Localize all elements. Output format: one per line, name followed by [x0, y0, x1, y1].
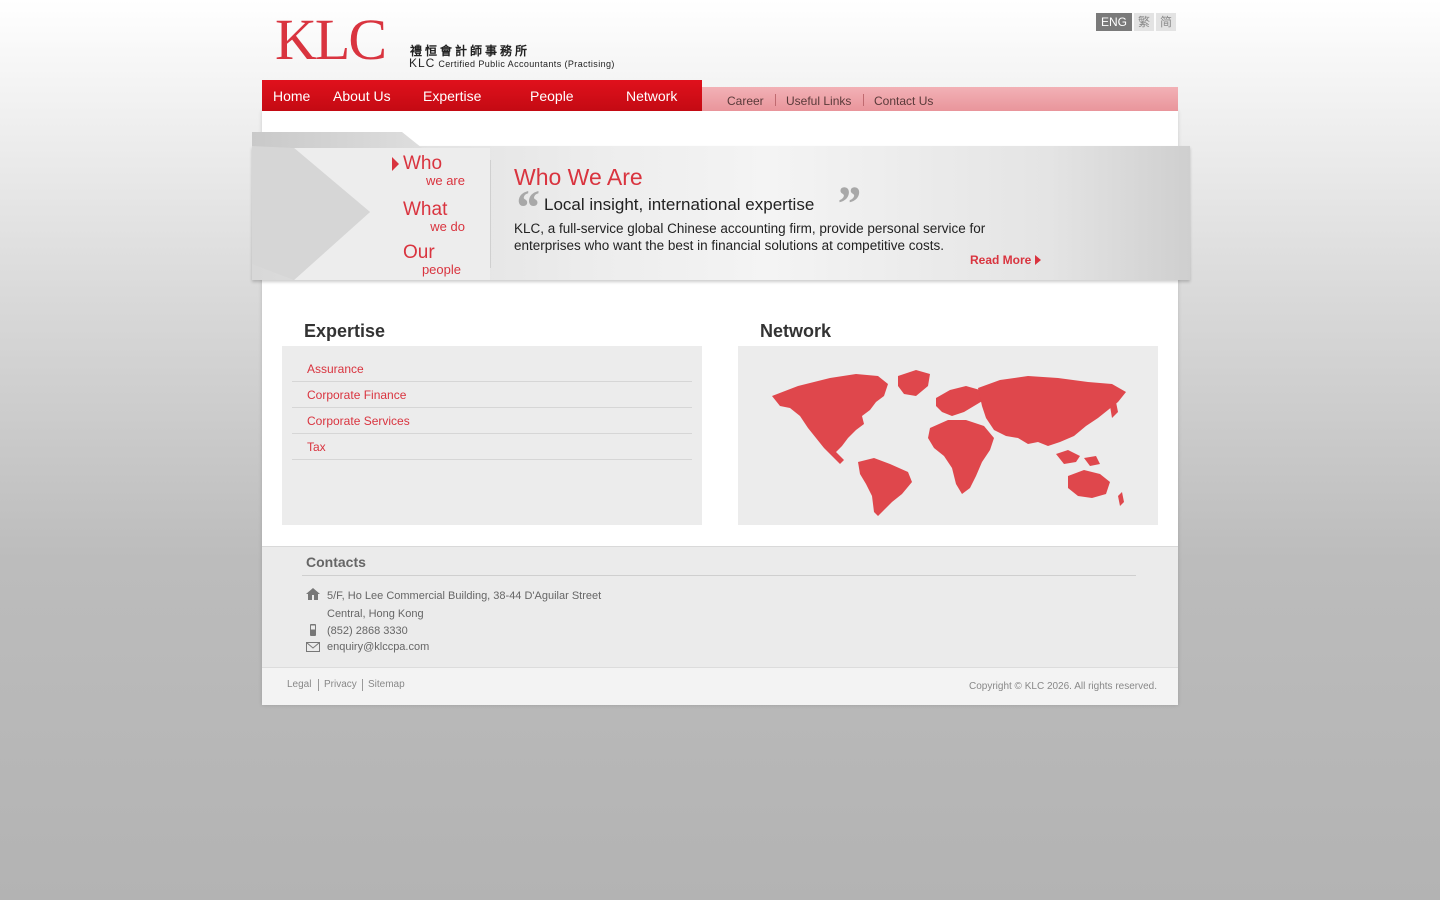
contact-address-line1: 5/F, Ho Lee Commercial Building, 38-44 D… — [327, 590, 602, 602]
who-we-are-banner: Who we are What we do Our people Who We … — [252, 132, 1190, 284]
logo-english-name: KLC Certified Public Accountants (Practis… — [409, 56, 615, 70]
logo-mark: KLC — [275, 7, 387, 72]
subnav-contact-us[interactable]: Contact Us — [874, 94, 933, 108]
contacts-divider — [302, 575, 1136, 576]
nav-people[interactable]: People — [530, 88, 574, 104]
banner-nav-what-we-do[interactable]: What we do — [403, 200, 465, 234]
lang-eng-button[interactable]: ENG — [1096, 13, 1133, 31]
banner-subtitle: Local insight, international expertise — [544, 195, 815, 214]
subnav-divider — [775, 94, 776, 106]
contacts-heading: Contacts — [306, 554, 366, 570]
expertise-item-assurance[interactable]: Assurance — [292, 356, 692, 382]
footer-divider — [362, 679, 363, 691]
banner-chevron-graphic — [252, 132, 490, 280]
language-switcher: ENG 繁 简 — [1096, 13, 1177, 31]
world-map-landmasses — [772, 370, 1126, 516]
contact-address-line2: Central, Hong Kong — [327, 608, 424, 620]
banner-divider — [490, 160, 491, 268]
klc-logo[interactable]: KLC 禮恒會計師事務所 KLC Certified Public Account… — [275, 8, 635, 72]
banner-body: KLC, a full-service global Chinese accou… — [514, 221, 986, 253]
expertise-list: Assurance Corporate Finance Corporate Se… — [292, 356, 692, 460]
subnav-divider — [863, 94, 864, 106]
footer: Legal Privacy Sitemap Copyright © KLC 20… — [262, 667, 1178, 705]
main-nav: Home About Us Expertise People Network — [262, 80, 702, 111]
lang-traditional-button[interactable]: 繁 — [1134, 13, 1155, 31]
contact-email[interactable]: enquiry@klccpa.com — [327, 641, 429, 653]
sub-nav: Career Useful Links Contact Us — [702, 87, 1178, 111]
copyright: Copyright © KLC 2026. All rights reserve… — [968, 681, 1157, 692]
network-heading: Network — [760, 321, 832, 341]
play-arrow-icon — [1035, 255, 1042, 265]
footer-privacy-link[interactable]: Privacy — [324, 679, 357, 690]
contact-phone: (852) 2868 3330 — [327, 625, 408, 637]
expertise-item-corporate-finance[interactable]: Corporate Finance — [292, 382, 692, 408]
banner-nav-our-people[interactable]: Our people — [403, 243, 461, 277]
read-more-link[interactable]: Read More — [970, 253, 1042, 267]
network-box — [738, 346, 1158, 525]
expertise-item-tax[interactable]: Tax — [292, 434, 692, 460]
subnav-career[interactable]: Career — [727, 94, 764, 108]
nav-network[interactable]: Network — [626, 88, 677, 104]
footer-legal-link[interactable]: Legal — [287, 679, 311, 690]
footer-sitemap-link[interactable]: Sitemap — [368, 679, 405, 690]
lang-simplified-button[interactable]: 简 — [1156, 13, 1177, 31]
banner-nav-who-we-are[interactable]: Who we are — [403, 154, 465, 188]
active-arrow-icon — [392, 157, 399, 171]
world-map[interactable] — [738, 346, 1158, 525]
subnav-useful-links[interactable]: Useful Links — [786, 94, 851, 108]
phone-icon — [310, 624, 316, 636]
expertise-item-corporate-services[interactable]: Corporate Services — [292, 408, 692, 434]
footer-divider — [318, 679, 319, 691]
nav-home[interactable]: Home — [273, 88, 310, 104]
contacts-section: Contacts 5/F, Ho Lee Commercial Building… — [262, 546, 1178, 667]
nav-expertise[interactable]: Expertise — [423, 88, 481, 104]
expertise-heading: Expertise — [304, 321, 386, 341]
email-icon — [306, 642, 320, 652]
nav-about-us[interactable]: About Us — [333, 88, 391, 104]
home-icon — [306, 588, 320, 600]
